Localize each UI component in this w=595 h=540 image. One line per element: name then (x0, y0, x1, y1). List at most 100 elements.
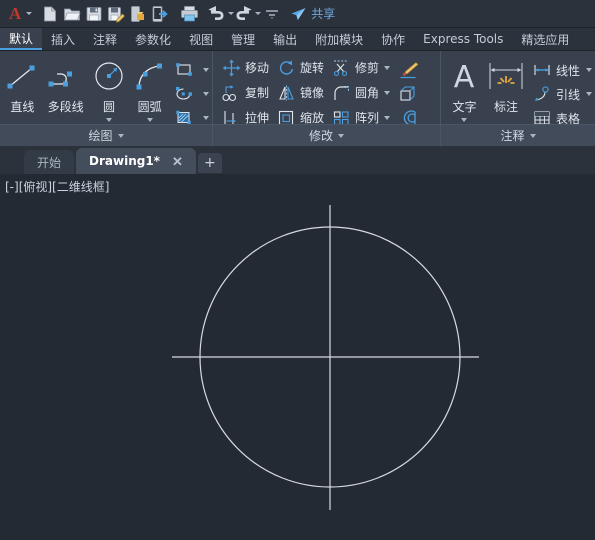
ribbon-tab-label: 管理 (231, 32, 256, 47)
panel-annotation: A 文字 标注 线性 引线 表格 注释 (440, 51, 595, 146)
chevron-down-icon-circle[interactable] (105, 118, 112, 122)
tool-dimension[interactable]: 标注 (484, 55, 528, 115)
tool-rotate[interactable]: 旋转 (272, 55, 327, 80)
tool-explode[interactable] (395, 82, 423, 106)
dimension-icon (484, 57, 528, 97)
tool-label: 复制 (245, 86, 270, 100)
chevron-down-icon-arc[interactable] (146, 118, 153, 122)
ribbon-tab-label: 协作 (381, 32, 406, 47)
save-as-icon[interactable] (105, 2, 127, 26)
chevron-down-icon-modify-panel[interactable] (338, 133, 344, 138)
leader-icon (531, 84, 553, 104)
ribbon-tab-parametric[interactable]: 参数化 (126, 28, 180, 50)
panel-title-label: 修改 (308, 129, 333, 143)
modify-tool-grid: 移动 旋转 修剪 复制 镜像 圆角 拉伸 缩放 阵列 (217, 55, 393, 130)
panel-title-annotation[interactable]: 注释 (441, 124, 595, 146)
document-tab-start[interactable]: 开始 (24, 150, 75, 174)
print-icon[interactable] (178, 2, 200, 26)
chevron-down-icon-trim[interactable] (384, 65, 391, 70)
chevron-down-icon-text[interactable] (461, 118, 468, 122)
panel-title-modify[interactable]: 修改 (213, 124, 440, 146)
drawing-geometry (172, 205, 479, 510)
chevron-down-icon-annotation-panel[interactable] (529, 133, 536, 138)
chevron-down-icon-hatch[interactable] (203, 116, 209, 120)
ribbon-tab-featured-apps[interactable]: 精选应用 (512, 28, 578, 50)
tool-label: 直线 (10, 100, 35, 114)
tool-label: 修剪 (355, 61, 380, 75)
chevron-down-icon-ellipse[interactable] (203, 92, 209, 96)
tool-copy[interactable]: 复制 (217, 80, 272, 105)
tool-label: 多段线 (47, 100, 84, 114)
tool-leader[interactable]: 引线 (528, 82, 595, 106)
svg-text:A: A (454, 60, 475, 95)
tool-fillet[interactable]: 圆角 (327, 80, 393, 105)
chevron-down-icon-fillet[interactable] (384, 90, 391, 95)
close-icon[interactable]: ✕ (172, 155, 183, 168)
move-icon (220, 58, 242, 78)
ribbon-tab-annotate[interactable]: 注释 (84, 28, 126, 50)
ribbon-tab-label: 输出 (273, 32, 298, 47)
tool-move[interactable]: 移动 (217, 55, 272, 80)
tool-polyline[interactable]: 多段线 (43, 55, 89, 115)
tool-label: 圆 (102, 100, 115, 114)
tool-trim[interactable]: 修剪 (327, 55, 393, 80)
ribbon-tab-collaborate[interactable]: 协作 (372, 28, 414, 50)
tool-label: 标注 (493, 100, 518, 114)
tool-rectangle[interactable] (170, 58, 212, 82)
ribbon-tab-manage[interactable]: 管理 (222, 28, 264, 50)
new-document-tab-button[interactable]: + (197, 153, 222, 173)
title-bar: A 共享 (0, 0, 595, 28)
chevron-down-icon-draw-panel[interactable] (117, 133, 124, 138)
polyline-icon (46, 57, 86, 97)
share-device-icon[interactable] (149, 2, 171, 26)
ribbon-tab-label: 默认 (9, 31, 34, 46)
ribbon-tab-label: Express Tools (423, 32, 504, 46)
new-file-icon[interactable] (39, 2, 61, 26)
tool-text[interactable]: A 文字 (445, 55, 484, 122)
tool-label: 镜像 (300, 86, 325, 100)
redo-icon[interactable] (234, 2, 262, 26)
ribbon-tab-output[interactable]: 输出 (264, 28, 306, 50)
share-button[interactable]: 共享 (290, 2, 335, 26)
panel-title-draw[interactable]: 绘图 (0, 124, 212, 146)
tool-circle[interactable]: 圆 (89, 55, 130, 122)
open-file-icon[interactable] (61, 2, 83, 26)
tool-ellipse[interactable] (170, 82, 212, 106)
export-icon[interactable] (127, 2, 149, 26)
tool-line[interactable]: 直线 (2, 55, 43, 115)
ribbon-tab-insert[interactable]: 插入 (42, 28, 84, 50)
chevron-down-icon-rectangle[interactable] (203, 68, 209, 72)
share-label: 共享 (311, 7, 336, 21)
tool-label: 引线 (555, 87, 580, 102)
tool-match-properties[interactable] (395, 58, 423, 82)
ribbon-tab-label: 附加模块 (315, 32, 364, 47)
chevron-down-icon-linear[interactable] (586, 68, 592, 72)
panel-title-label: 绘图 (88, 129, 113, 143)
chevron-down-icon-array[interactable] (384, 115, 391, 120)
tool-arc[interactable]: 圆弧 (129, 55, 170, 122)
tool-label: 移动 (245, 61, 270, 75)
ribbon-tab-default[interactable]: 默认 (0, 28, 43, 50)
ribbon-tab-view[interactable]: 视图 (180, 28, 222, 50)
ribbon-body: 直线 多段线 圆 圆弧 绘图 移动 旋转 修剪 复制 镜像 圆角 拉伸 缩放 阵… (0, 51, 595, 146)
tool-mirror[interactable]: 镜像 (272, 80, 327, 105)
modify-side-tools (395, 55, 423, 130)
tool-label: 圆弧 (137, 100, 162, 114)
text-icon: A (446, 57, 482, 97)
save-icon[interactable] (83, 2, 105, 26)
tool-label: 线性 (555, 63, 580, 78)
undo-icon[interactable] (207, 2, 235, 26)
app-menu-button[interactable]: A (6, 2, 33, 26)
ribbon-tab-addins[interactable]: 附加模块 (306, 28, 372, 50)
drawing-canvas[interactable]: [-][俯视][二维线框] (0, 174, 595, 540)
ellipse-icon (173, 84, 195, 104)
autocad-logo-icon: A (9, 4, 22, 23)
document-tab-drawing1[interactable]: Drawing1* ✕ (76, 148, 196, 174)
tool-linear-dimension[interactable]: 线性 (528, 58, 595, 82)
trim-icon (330, 58, 352, 78)
customize-icon[interactable] (261, 2, 283, 26)
rotate-icon (275, 58, 297, 78)
ribbon-tab-express-tools[interactable]: Express Tools (414, 28, 512, 50)
arc-icon (131, 57, 169, 97)
chevron-down-icon-leader[interactable] (586, 92, 592, 96)
